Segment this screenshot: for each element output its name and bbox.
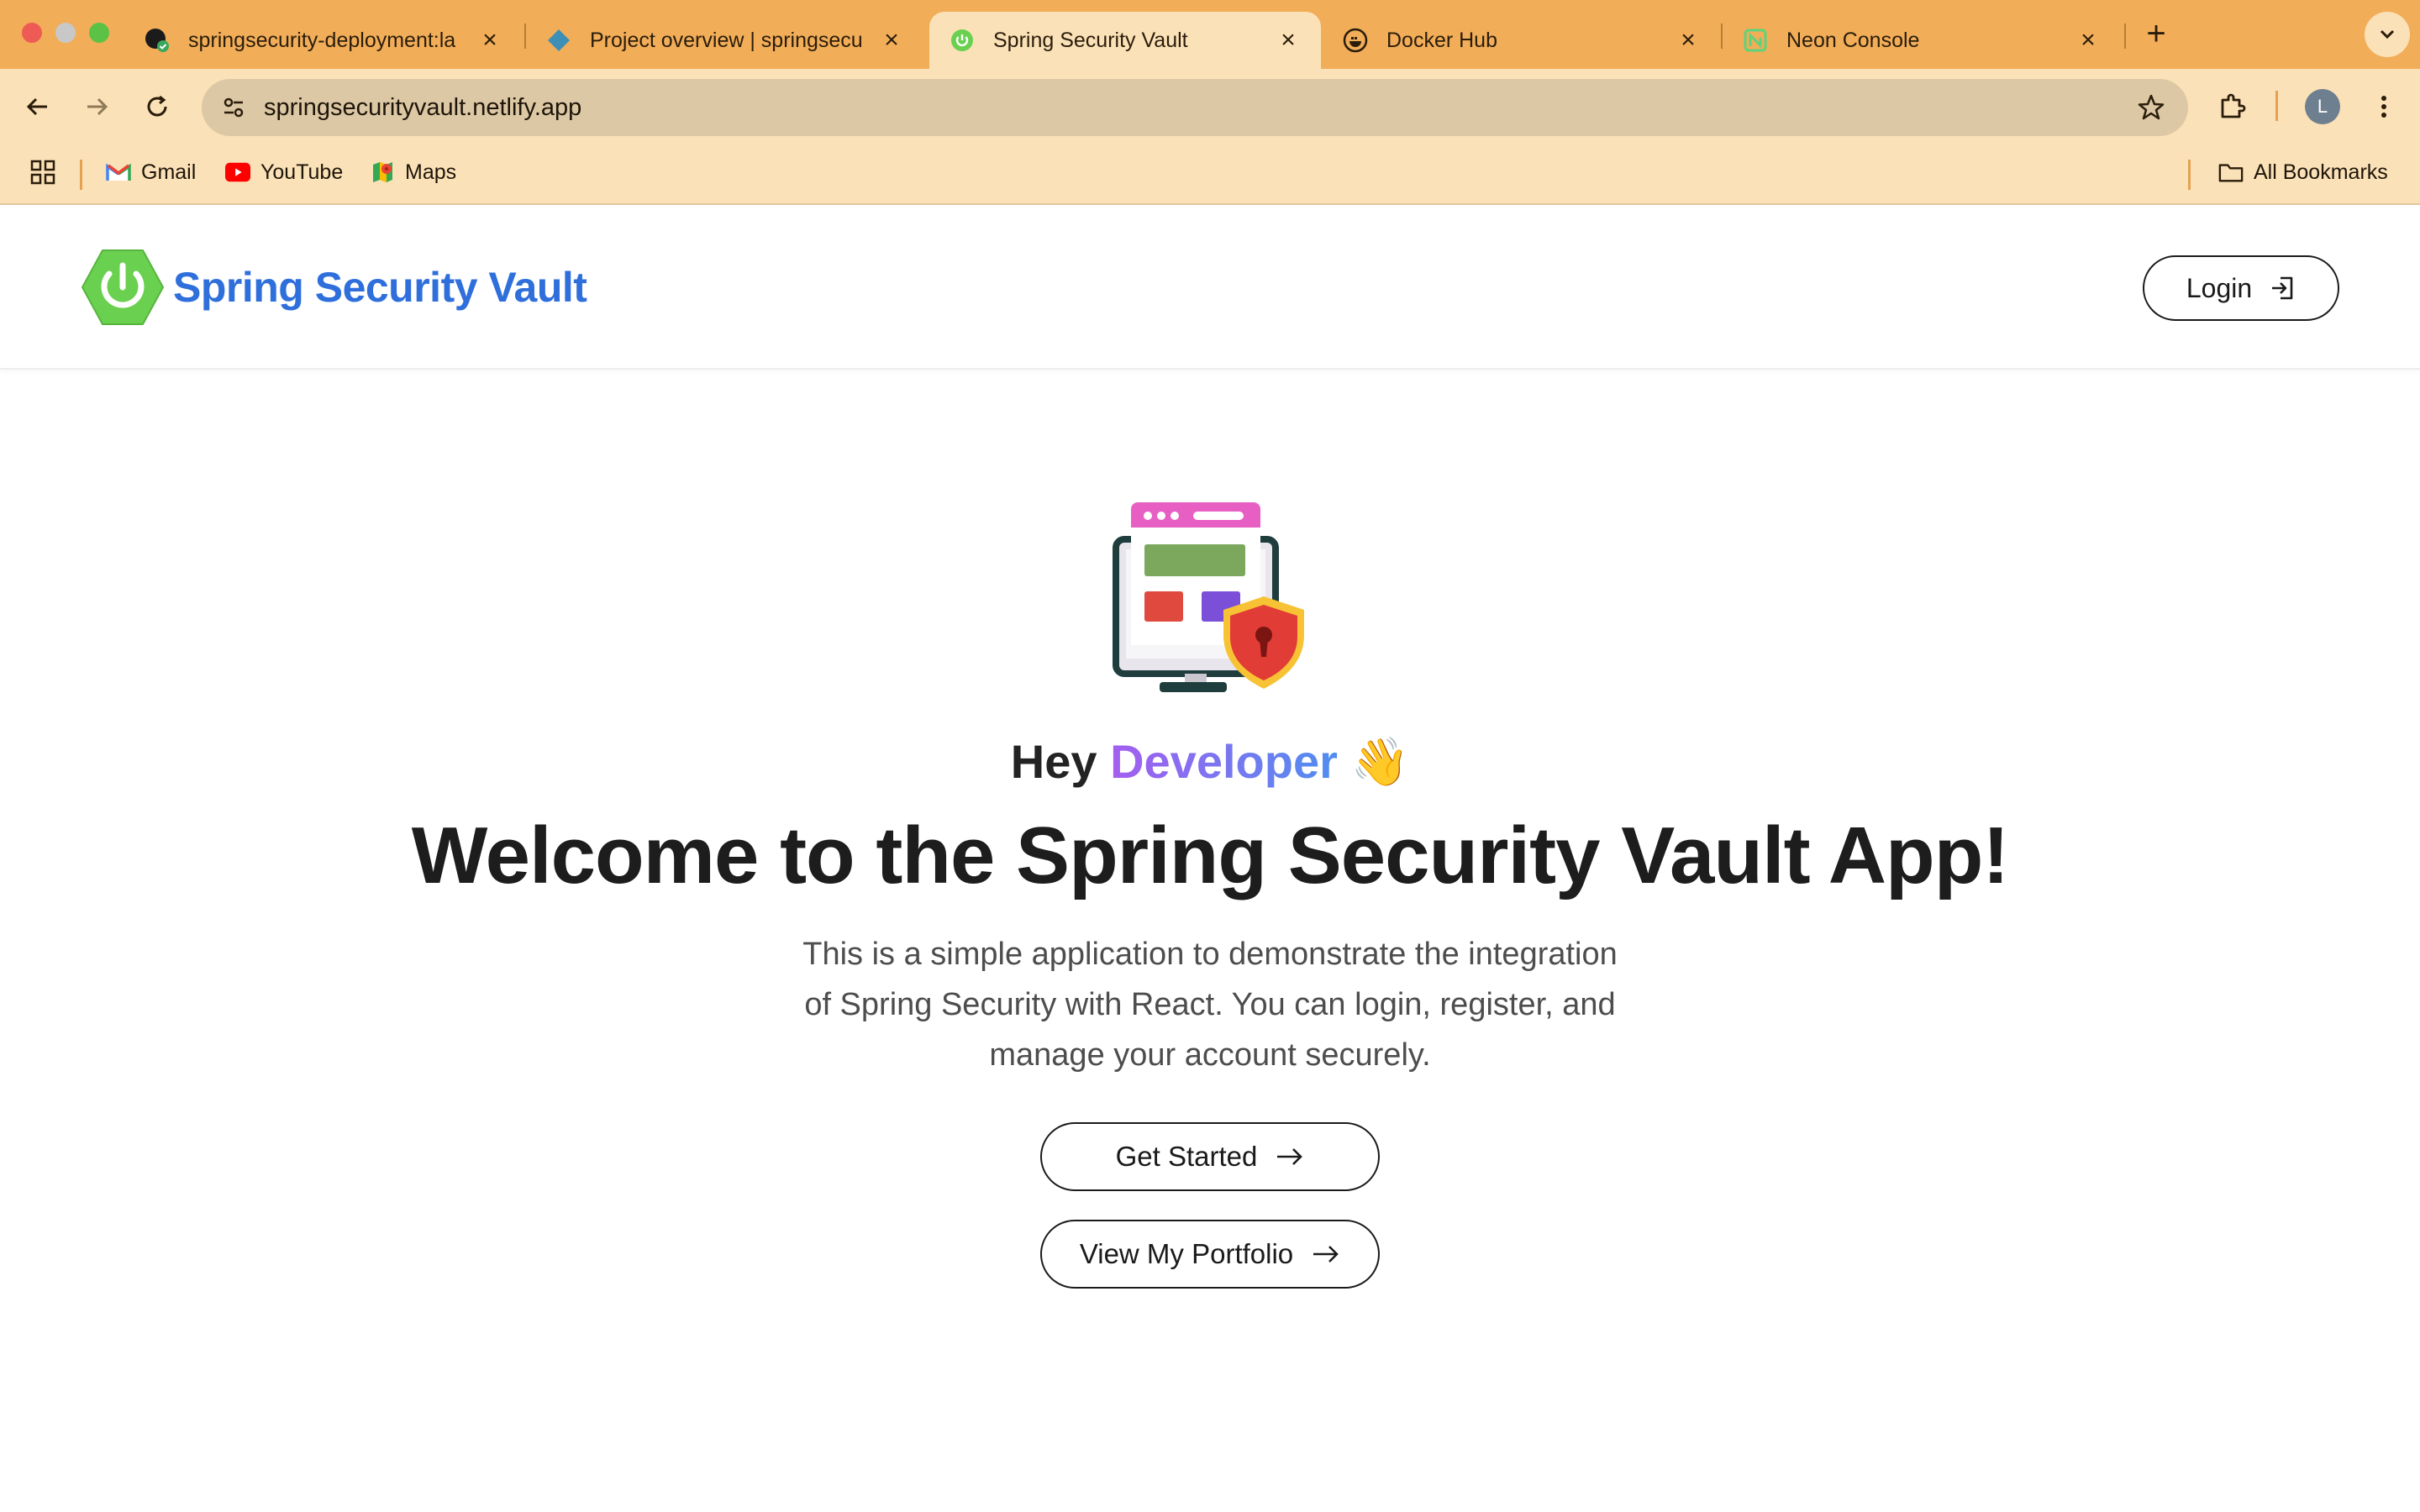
bookmark-youtube[interactable]: YouTube	[225, 160, 343, 185]
more-vertical-icon	[2381, 96, 2386, 118]
window-minimize-button[interactable]	[55, 23, 76, 43]
browser-tab-github[interactable]: springsecurity-deployment:la ×	[124, 12, 523, 69]
arrow-left-icon	[26, 97, 47, 116]
github-icon	[145, 28, 170, 53]
all-bookmarks-button[interactable]: All Bookmarks	[2218, 160, 2388, 185]
docker-icon	[1343, 28, 1368, 53]
window-close-button[interactable]	[22, 23, 42, 43]
bookmark-label: Maps	[405, 160, 457, 184]
tab-title: Neon Console	[1786, 28, 1920, 52]
tab-title: Spring Security Vault	[993, 28, 1188, 52]
browser-tab-bar: springsecurity-deployment:la × Project o…	[0, 0, 2420, 69]
folder-icon	[2218, 160, 2244, 185]
tab-title: Docker Hub	[1386, 28, 1497, 52]
browser-tab-docker-hub[interactable]: Docker Hub ×	[1323, 12, 1721, 69]
puzzle-icon	[2221, 93, 2246, 118]
login-label: Login	[2186, 272, 2253, 303]
bookmarks-bar: Gmail YouTube Maps All Bookmarks	[0, 144, 2420, 205]
bookmarks-divider	[2188, 160, 2191, 190]
neon-icon	[1743, 28, 1768, 53]
arrow-right-icon	[87, 97, 108, 116]
tab-close-icon[interactable]: ×	[477, 26, 502, 55]
tab-close-icon[interactable]: ×	[879, 26, 904, 55]
login-button[interactable]: Login	[2143, 255, 2339, 321]
chevron-down-icon	[2380, 29, 2395, 39]
tab-close-icon[interactable]: ×	[1676, 26, 1701, 55]
profile-avatar[interactable]: L	[2305, 89, 2340, 124]
get-started-label: Get Started	[1115, 1141, 1258, 1172]
all-bookmarks-label: All Bookmarks	[2254, 160, 2388, 184]
login-icon	[2272, 276, 2293, 300]
spring-icon	[950, 28, 975, 53]
browser-menu-button[interactable]	[2365, 87, 2403, 126]
page-headline: Welcome to the Spring Security Vault App…	[411, 811, 2010, 900]
extensions-button[interactable]	[2213, 87, 2252, 126]
web-page: Spring Security Vault Login Hey Develope…	[0, 205, 2420, 1512]
toolbar-divider	[2275, 91, 2278, 121]
render-icon	[546, 28, 571, 53]
bookmark-maps[interactable]: Maps	[370, 160, 456, 185]
arrow-right-icon	[1277, 1148, 1303, 1165]
browser-toolbar: springsecurityvault.netlify.app L	[0, 69, 2420, 144]
view-portfolio-button[interactable]: View My Portfolio	[1040, 1220, 1380, 1289]
back-button[interactable]	[18, 87, 57, 126]
secure-computer-illustration	[1113, 502, 1304, 692]
bookmarks-divider	[80, 160, 82, 190]
tab-search-button[interactable]	[2365, 12, 2410, 57]
tab-divider	[2124, 24, 2126, 49]
forward-button[interactable]	[77, 87, 116, 126]
browser-tab-neon-console[interactable]: Neon Console ×	[1723, 12, 2121, 69]
brand-name: Spring Security Vault	[173, 264, 587, 311]
maps-icon	[370, 160, 395, 185]
wave-emoji-icon: 👋	[1350, 735, 1410, 788]
site-navbar: Spring Security Vault Login	[0, 205, 2420, 370]
address-bar[interactable]: springsecurityvault.netlify.app	[202, 79, 2188, 136]
get-started-button[interactable]: Get Started	[1040, 1122, 1380, 1191]
brand-link[interactable]: Spring Security Vault	[81, 249, 587, 326]
browser-tab-render[interactable]: Project overview | springsecu ×	[526, 12, 924, 69]
new-tab-button[interactable]: +	[2139, 15, 2173, 53]
page-description: This is a simple application to demonstr…	[802, 937, 1618, 1073]
url-text: springsecurityvault.netlify.app	[264, 94, 582, 121]
tab-close-icon[interactable]: ×	[1276, 26, 1301, 55]
bookmark-gmail[interactable]: Gmail	[106, 160, 196, 185]
spring-power-logo-icon	[82, 249, 164, 325]
apps-grid-icon	[30, 160, 55, 185]
gmail-icon	[106, 160, 131, 185]
window-maximize-button[interactable]	[89, 23, 109, 43]
youtube-icon	[225, 160, 250, 185]
apps-button[interactable]	[30, 160, 55, 185]
greeting-prefix: Hey	[1010, 735, 1097, 788]
tab-title: springsecurity-deployment:la	[188, 28, 456, 52]
bookmark-label: Gmail	[141, 160, 197, 184]
bookmark-label: YouTube	[260, 160, 344, 184]
reload-button[interactable]	[138, 87, 176, 126]
browser-tab-spring-security-vault[interactable]: Spring Security Vault ×	[929, 12, 1321, 69]
tab-title: Project overview | springsecu	[590, 28, 863, 52]
arrow-right-icon	[1313, 1246, 1339, 1263]
reload-icon	[147, 95, 167, 117]
site-settings-icon[interactable]	[217, 91, 250, 124]
bookmark-star-icon[interactable]	[2136, 92, 2166, 123]
view-portfolio-label: View My Portfolio	[1079, 1238, 1294, 1269]
greeting: Hey Developer 👋	[0, 734, 2420, 790]
greeting-accent: Developer	[1110, 735, 1338, 788]
tab-close-icon[interactable]: ×	[2075, 26, 2101, 55]
